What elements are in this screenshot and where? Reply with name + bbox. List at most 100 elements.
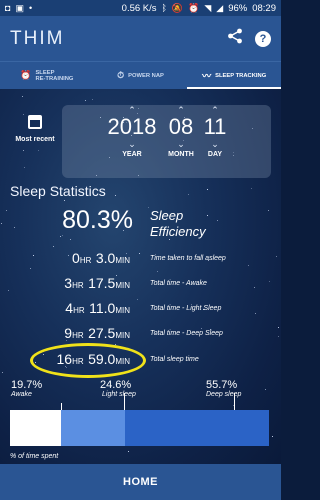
tab-bar: ⏰ SLEEP RE-TRAINING ⏱ POWER NAP 〰 SLEEP T…: [0, 61, 281, 89]
tab-label: SLEEP RE-TRAINING: [35, 69, 74, 82]
home-label: HOME: [123, 476, 158, 488]
awake-tick: [61, 403, 62, 410]
deep-sleep-label: Deep sleep: [206, 391, 242, 398]
highlight-circle-annotation: [30, 343, 146, 378]
awake-segment: [10, 410, 61, 446]
star-dot: [276, 256, 277, 257]
app-header: THIM ?: [0, 16, 281, 61]
star-dot: [207, 189, 208, 190]
star-dot: [248, 265, 249, 266]
day-picker: ⌃ 11 ⌄ DAY: [198, 105, 232, 158]
most-recent-button[interactable]: Most recent: [10, 115, 60, 143]
deep-sleep-tick: [234, 393, 235, 410]
light-sleep-tick: [124, 393, 125, 410]
home-button[interactable]: HOME: [0, 464, 281, 500]
more-dots-icon: •: [28, 2, 33, 13]
star-dot: [1, 223, 2, 224]
sleep-efficiency-label: Sleep Efficiency: [150, 208, 206, 239]
network-speed: 0.56 K/s: [121, 2, 157, 14]
light-sleep-label: Light sleep: [102, 391, 136, 398]
star-dot: [60, 236, 61, 237]
star-dot: [64, 200, 65, 201]
stats-title: Sleep Statistics: [10, 183, 106, 199]
image-icon: ▣: [15, 2, 24, 13]
month-down-chevron-icon[interactable]: ⌄: [164, 139, 198, 149]
star-dot: [8, 290, 9, 291]
star-dot: [33, 255, 34, 256]
date-picker: ⌃ 2018 ⌄ YEAR ⌃ 08 ⌄ MONTH ⌃ 11 ⌄ DAY: [62, 105, 271, 178]
stopwatch-icon: ⏱: [117, 70, 125, 80]
stat-description: Time taken to fall asleep: [150, 255, 226, 262]
stat-description: Total time - Awake: [150, 280, 207, 287]
alarm-clock-icon: ⏰: [188, 2, 200, 13]
year-value: 2018: [107, 114, 157, 139]
star-dot: [53, 246, 54, 247]
star-dot: [201, 328, 202, 329]
chart-line-icon: 〰: [202, 71, 212, 81]
star-dot: [254, 287, 255, 288]
stat-description: Total time - Light Sleep: [150, 305, 222, 312]
stat-duration: 0HR 3.0MIN: [72, 250, 130, 266]
status-bar: ◘ ▣ • 0.56 K/s ᛒ 🔕 ⏰ ◥ ◢ 96% 08:29: [0, 0, 281, 16]
stat-duration: 9HR 27.5MIN: [64, 325, 130, 341]
star-dot: [30, 268, 31, 269]
month-label: MONTH: [168, 151, 194, 158]
awake-percent: 19.7%: [11, 379, 43, 391]
star-dot: [14, 227, 15, 228]
app-logo: THIM: [10, 27, 65, 49]
bluetooth-icon: ᛒ: [161, 2, 167, 13]
day-down-chevron-icon[interactable]: ⌄: [198, 139, 232, 149]
day-value: 11: [203, 114, 227, 139]
star-dot: [23, 150, 24, 151]
notification-icon: ◘: [5, 2, 11, 13]
tab-label: SLEEP TRACKING: [215, 72, 267, 79]
tab-sleep-retraining[interactable]: ⏰ SLEEP RE-TRAINING: [0, 62, 94, 89]
stat-duration: 3HR 17.5MIN: [64, 275, 130, 291]
sleep-breakdown-bar: [10, 410, 269, 446]
battery-level: 96%: [228, 2, 248, 14]
breakdown-footnote: % of time spent: [10, 453, 59, 460]
sleep-tracking-panel: Most recent ⌃ 2018 ⌄ YEAR ⌃ 08 ⌄ MONTH ⌃…: [0, 89, 281, 464]
star-dot: [278, 327, 279, 328]
awake-label: Awake: [11, 391, 32, 398]
most-recent-label: Most recent: [15, 136, 55, 143]
light-sleep-segment: [61, 410, 125, 446]
star-dot: [188, 194, 189, 195]
calendar-icon: [28, 115, 42, 129]
deep-sleep-segment: [125, 410, 269, 446]
deep-sleep-percent: 55.7%: [206, 379, 238, 391]
star-dot: [207, 215, 208, 216]
star-dot: [24, 167, 25, 168]
month-picker: ⌃ 08 ⌄ MONTH: [164, 105, 198, 158]
alarm-icon: ⏰: [20, 70, 32, 80]
star-dot: [68, 255, 69, 256]
star-dot: [265, 389, 266, 390]
tab-power-nap[interactable]: ⏱ POWER NAP: [94, 62, 188, 89]
star-dot: [278, 336, 279, 337]
star-dot: [148, 207, 149, 208]
tab-sleep-tracking[interactable]: 〰 SLEEP TRACKING: [187, 62, 281, 89]
star-dot: [137, 299, 138, 300]
star-dot: [268, 210, 269, 211]
star-dot: [139, 253, 140, 254]
help-icon[interactable]: ?: [255, 30, 271, 47]
star-dot: [2, 372, 3, 373]
stat-duration: 4HR 11.0MIN: [65, 300, 130, 316]
stat-description: Total time - Deep Sleep: [150, 330, 223, 337]
star-dot: [22, 96, 23, 97]
star-dot: [6, 210, 7, 211]
star-dot: [38, 150, 39, 151]
star-dot: [269, 281, 270, 282]
star-dot: [62, 235, 63, 236]
star-dot: [70, 239, 71, 240]
star-dot: [92, 99, 93, 100]
wifi-icon: ◥: [204, 2, 212, 13]
star-dot: [255, 313, 256, 314]
sleep-efficiency-value: 80.3%: [62, 206, 133, 234]
year-down-chevron-icon[interactable]: ⌄: [102, 139, 162, 149]
star-dot: [217, 220, 218, 221]
mute-icon: 🔕: [171, 2, 184, 13]
star-dot: [157, 271, 158, 272]
share-icon[interactable]: [227, 28, 243, 49]
star-dot: [115, 195, 116, 196]
